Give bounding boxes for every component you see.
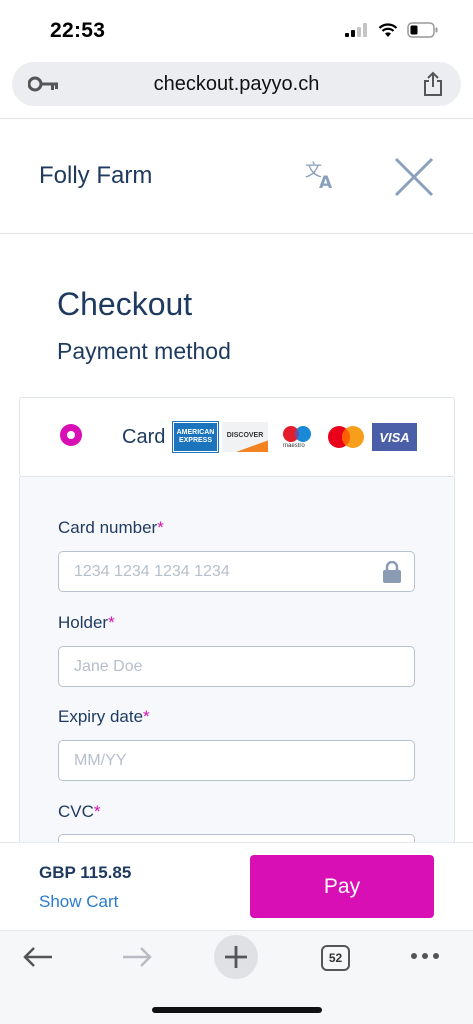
new-tab-icon[interactable] bbox=[213, 934, 259, 980]
tabs-count-button[interactable]: 52 bbox=[321, 945, 350, 971]
expiry-input[interactable]: MM/YY bbox=[58, 740, 415, 781]
card-number-input[interactable]: 1234 1234 1234 1234 bbox=[58, 551, 415, 592]
pay-bar: GBP 115.85 Show Cart Pay bbox=[0, 842, 473, 930]
lock-icon bbox=[383, 561, 401, 583]
url-text[interactable]: checkout.payyo.ch bbox=[12, 73, 461, 96]
holder-label: Holder* bbox=[58, 613, 115, 632]
address-bar[interactable]: checkout.payyo.ch bbox=[12, 62, 461, 106]
card-payment-option[interactable]: Card AMERICAN EXPRESS DISCOVER maestro V… bbox=[19, 397, 455, 477]
wifi-icon bbox=[378, 22, 398, 37]
mastercard-logo bbox=[323, 422, 369, 452]
merchant-header: Folly Farm 文 A bbox=[0, 118, 473, 234]
card-option-label: Card bbox=[122, 426, 166, 448]
amex-logo: AMERICAN EXPRESS bbox=[172, 421, 219, 453]
page-title: Checkout bbox=[57, 286, 193, 322]
visa-logo: VISA bbox=[372, 423, 417, 451]
share-icon[interactable] bbox=[422, 71, 444, 97]
card-number-label: Card number* bbox=[58, 518, 164, 537]
status-time: 22:53 bbox=[50, 19, 106, 42]
order-total: GBP 115.85 bbox=[39, 863, 132, 882]
section-title: Payment method bbox=[57, 338, 231, 364]
battery-icon bbox=[407, 22, 438, 38]
status-icons bbox=[345, 22, 439, 38]
signal-icon bbox=[345, 23, 367, 37]
translate-icon[interactable]: 文 A bbox=[304, 159, 338, 191]
cvc-label: CVC* bbox=[58, 802, 101, 821]
home-indicator bbox=[152, 1007, 322, 1013]
discover-logo: DISCOVER bbox=[222, 422, 268, 452]
holder-input[interactable]: Jane Doe bbox=[58, 646, 415, 687]
forward-icon[interactable] bbox=[121, 945, 153, 969]
close-icon[interactable] bbox=[394, 157, 434, 197]
back-icon[interactable] bbox=[22, 945, 54, 969]
status-bar: 22:53 bbox=[0, 0, 473, 58]
expiry-label: Expiry date* bbox=[58, 707, 150, 726]
maestro-logo: maestro bbox=[274, 422, 320, 452]
pay-button[interactable]: Pay bbox=[250, 855, 434, 918]
svg-text:A: A bbox=[319, 173, 333, 191]
card-logos: AMERICAN EXPRESS DISCOVER maestro VISA bbox=[172, 421, 417, 453]
maestro-text: maestro bbox=[283, 443, 305, 449]
card-radio[interactable] bbox=[60, 424, 82, 446]
more-icon[interactable] bbox=[410, 952, 440, 960]
show-cart-link[interactable]: Show Cart bbox=[39, 892, 118, 912]
merchant-name: Folly Farm bbox=[39, 162, 153, 189]
